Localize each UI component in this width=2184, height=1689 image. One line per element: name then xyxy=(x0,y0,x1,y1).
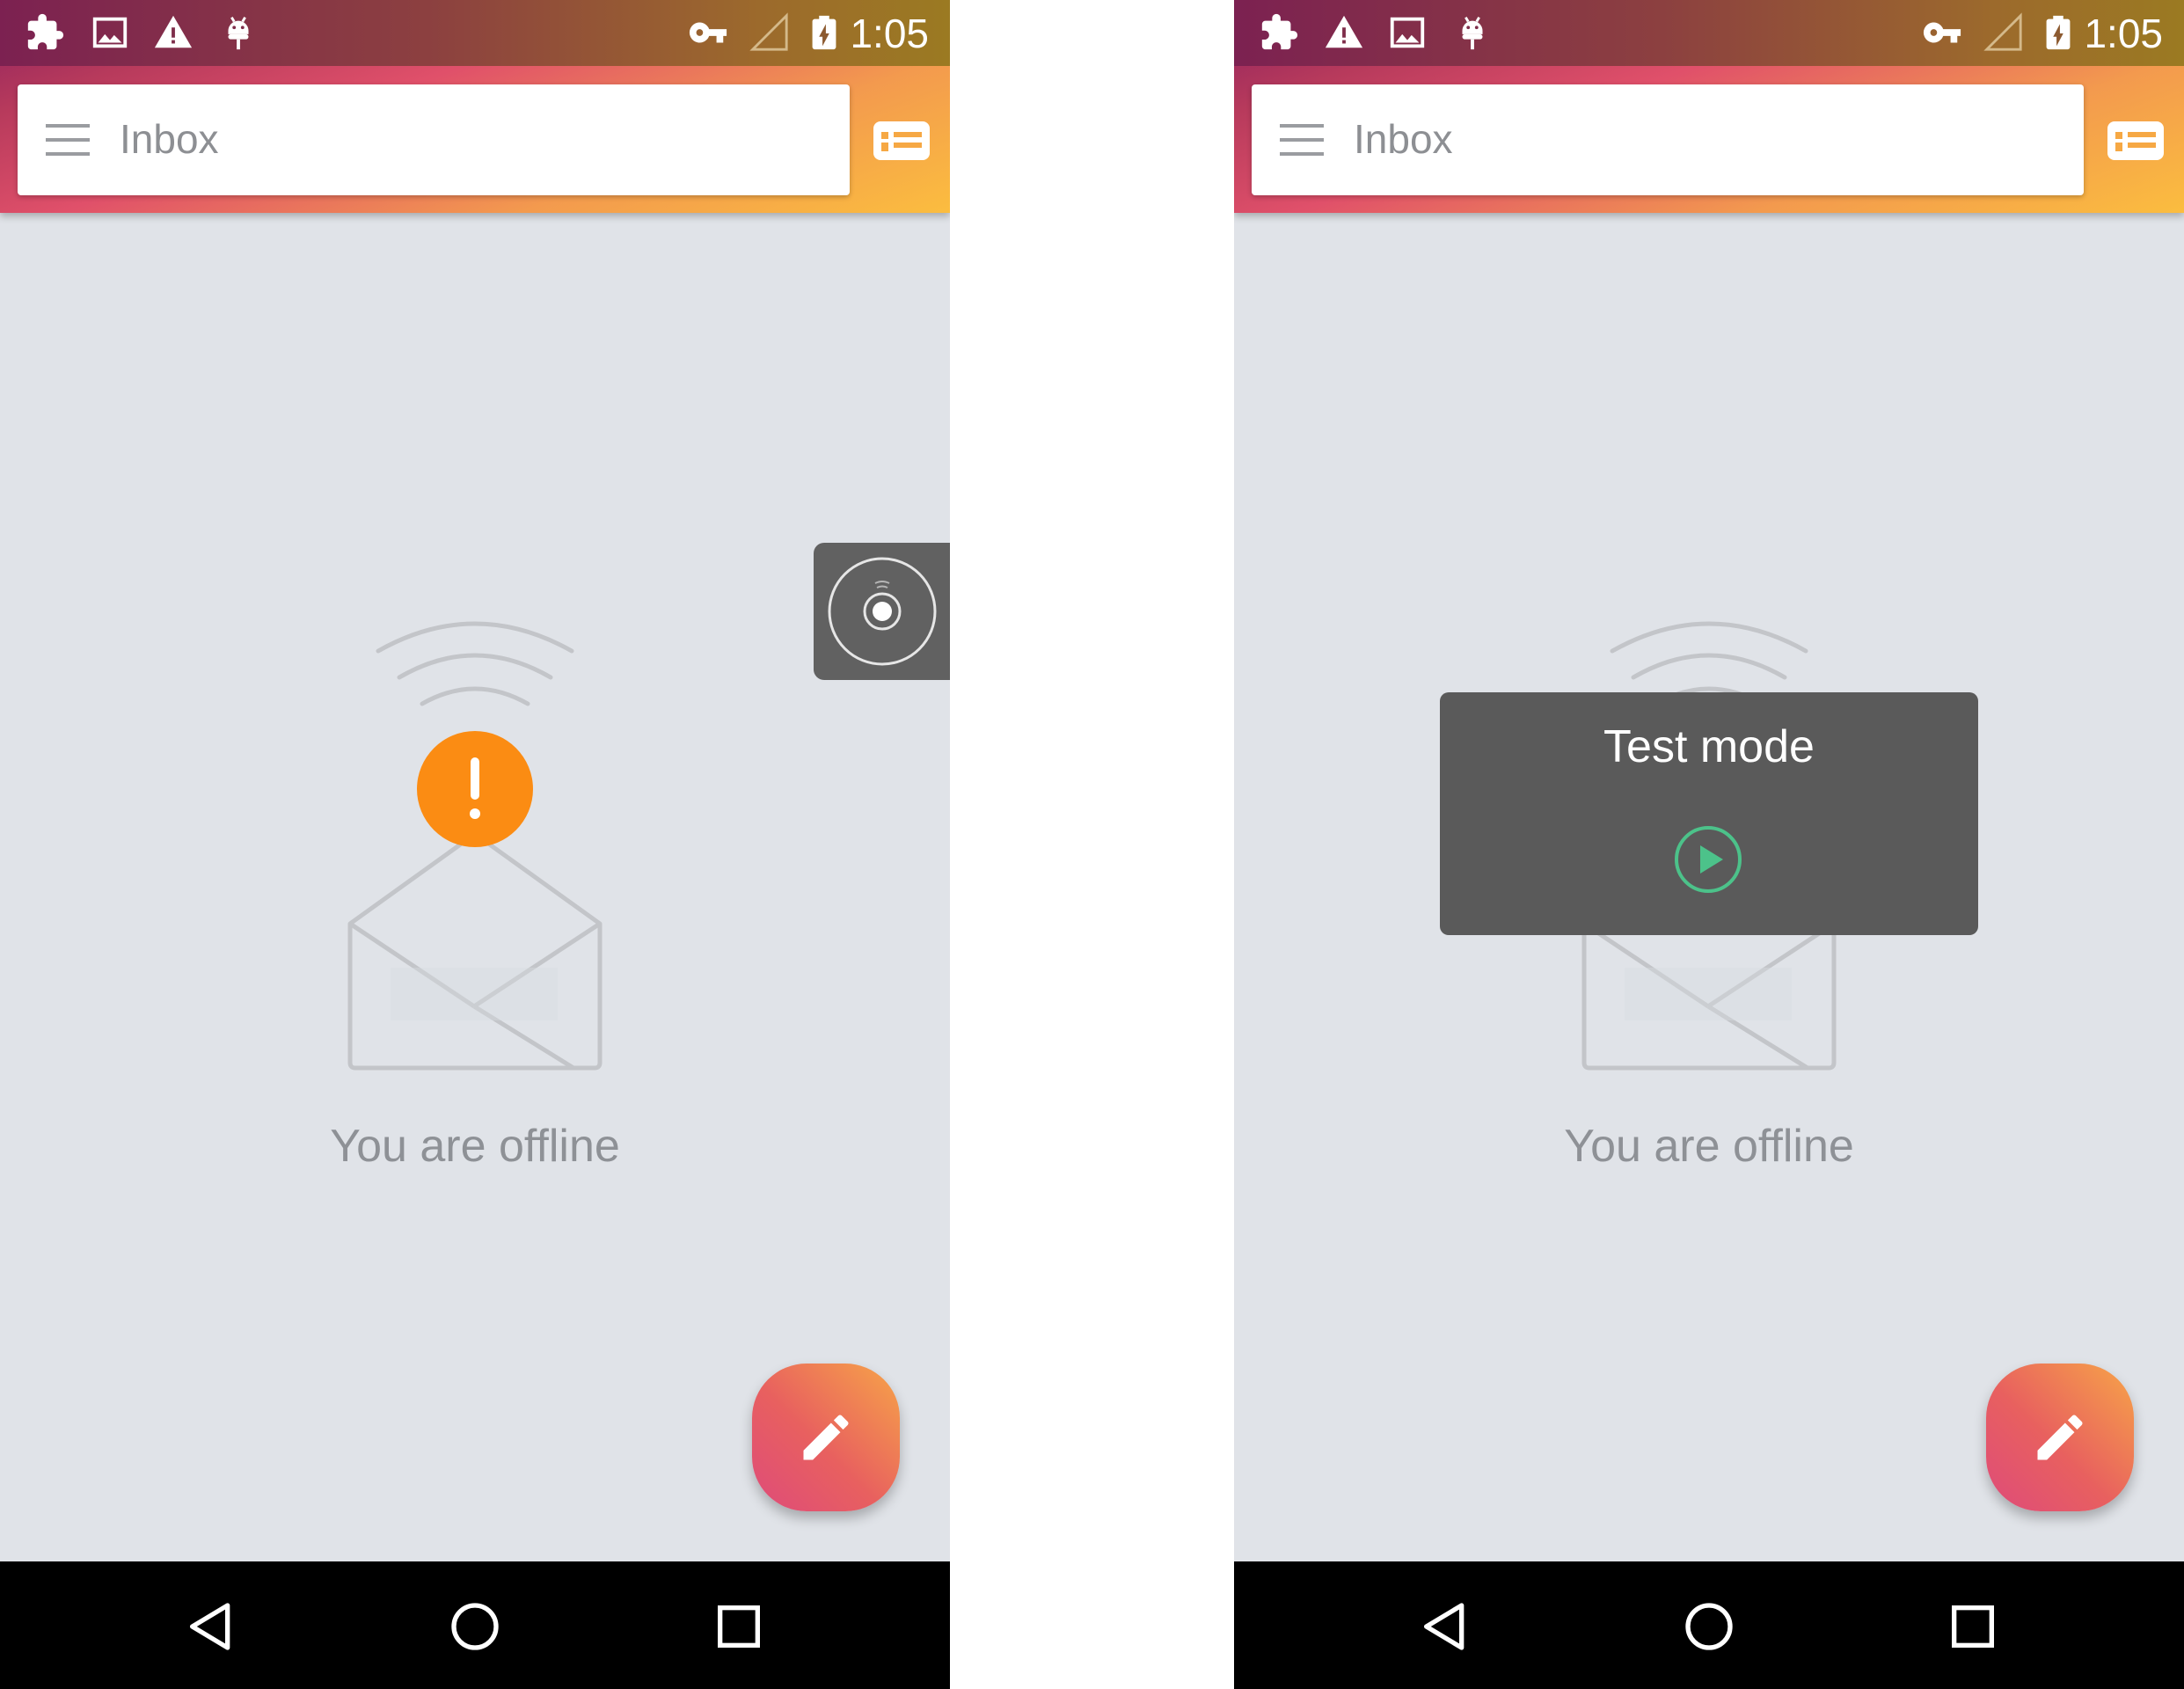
back-icon[interactable] xyxy=(1417,1598,1473,1655)
hamburger-menu-icon[interactable] xyxy=(46,121,90,158)
hamburger-menu-icon[interactable] xyxy=(1280,121,1324,158)
compose-button[interactable] xyxy=(1986,1364,2134,1511)
status-bar: 1:05 xyxy=(1234,0,2184,66)
recents-icon[interactable] xyxy=(1945,1598,2001,1655)
compose-button[interactable] xyxy=(752,1364,900,1511)
battery-charging-icon xyxy=(2038,12,2078,53)
image-icon xyxy=(90,12,130,53)
status-time: 1:05 xyxy=(850,11,929,56)
offline-message: You are offline xyxy=(330,1121,620,1172)
wifi-signal-icon xyxy=(375,616,575,721)
offline-message: You are offline xyxy=(1564,1121,1854,1172)
status-bar: 1:05 xyxy=(0,0,950,66)
recents-icon[interactable] xyxy=(711,1598,767,1655)
filter-list-icon[interactable] xyxy=(871,116,932,165)
status-time: 1:05 xyxy=(2084,11,2163,56)
play-icon[interactable] xyxy=(1673,824,1743,895)
pencil-icon xyxy=(796,1408,856,1467)
navigation-bar xyxy=(0,1561,950,1689)
toast-title: Test mode xyxy=(1603,721,1815,772)
search-bar[interactable]: Inbox xyxy=(1252,84,2084,195)
target-icon[interactable] xyxy=(826,555,939,668)
warning-icon xyxy=(1324,12,1364,53)
vpn-key-icon xyxy=(688,12,728,53)
floating-tool-bubble[interactable] xyxy=(814,543,950,680)
puzzle-icon xyxy=(25,12,65,53)
exclamation-icon xyxy=(470,757,480,819)
no-signal-icon xyxy=(749,12,790,53)
search-label: Inbox xyxy=(1354,116,1453,162)
puzzle-icon xyxy=(1259,12,1299,53)
search-label: Inbox xyxy=(120,116,219,162)
no-signal-icon xyxy=(1983,12,2024,53)
open-envelope-icon xyxy=(338,827,612,1073)
app-header: 1:05 Inbox xyxy=(1234,0,2184,213)
navigation-bar xyxy=(1234,1561,2184,1689)
home-icon[interactable] xyxy=(1681,1598,1737,1655)
image-icon xyxy=(1387,12,1428,53)
phone-screen-right: 1:05 Inbox You are offline Test mode xyxy=(1234,0,2184,1689)
phone-screen-left: 1:05 Inbox You are offline xyxy=(0,0,950,1689)
home-icon[interactable] xyxy=(447,1598,503,1655)
vpn-key-icon xyxy=(1922,12,1962,53)
android-debug-icon xyxy=(1452,12,1493,53)
battery-charging-icon xyxy=(804,12,844,53)
back-icon[interactable] xyxy=(183,1598,239,1655)
search-bar[interactable]: Inbox xyxy=(18,84,850,195)
pencil-icon xyxy=(2030,1408,2090,1467)
alert-badge xyxy=(417,731,533,847)
test-mode-toast: Test mode xyxy=(1440,692,1978,935)
android-debug-icon xyxy=(218,12,259,53)
filter-list-icon[interactable] xyxy=(2105,116,2166,165)
warning-icon xyxy=(153,12,194,53)
app-header: 1:05 Inbox xyxy=(0,0,950,213)
